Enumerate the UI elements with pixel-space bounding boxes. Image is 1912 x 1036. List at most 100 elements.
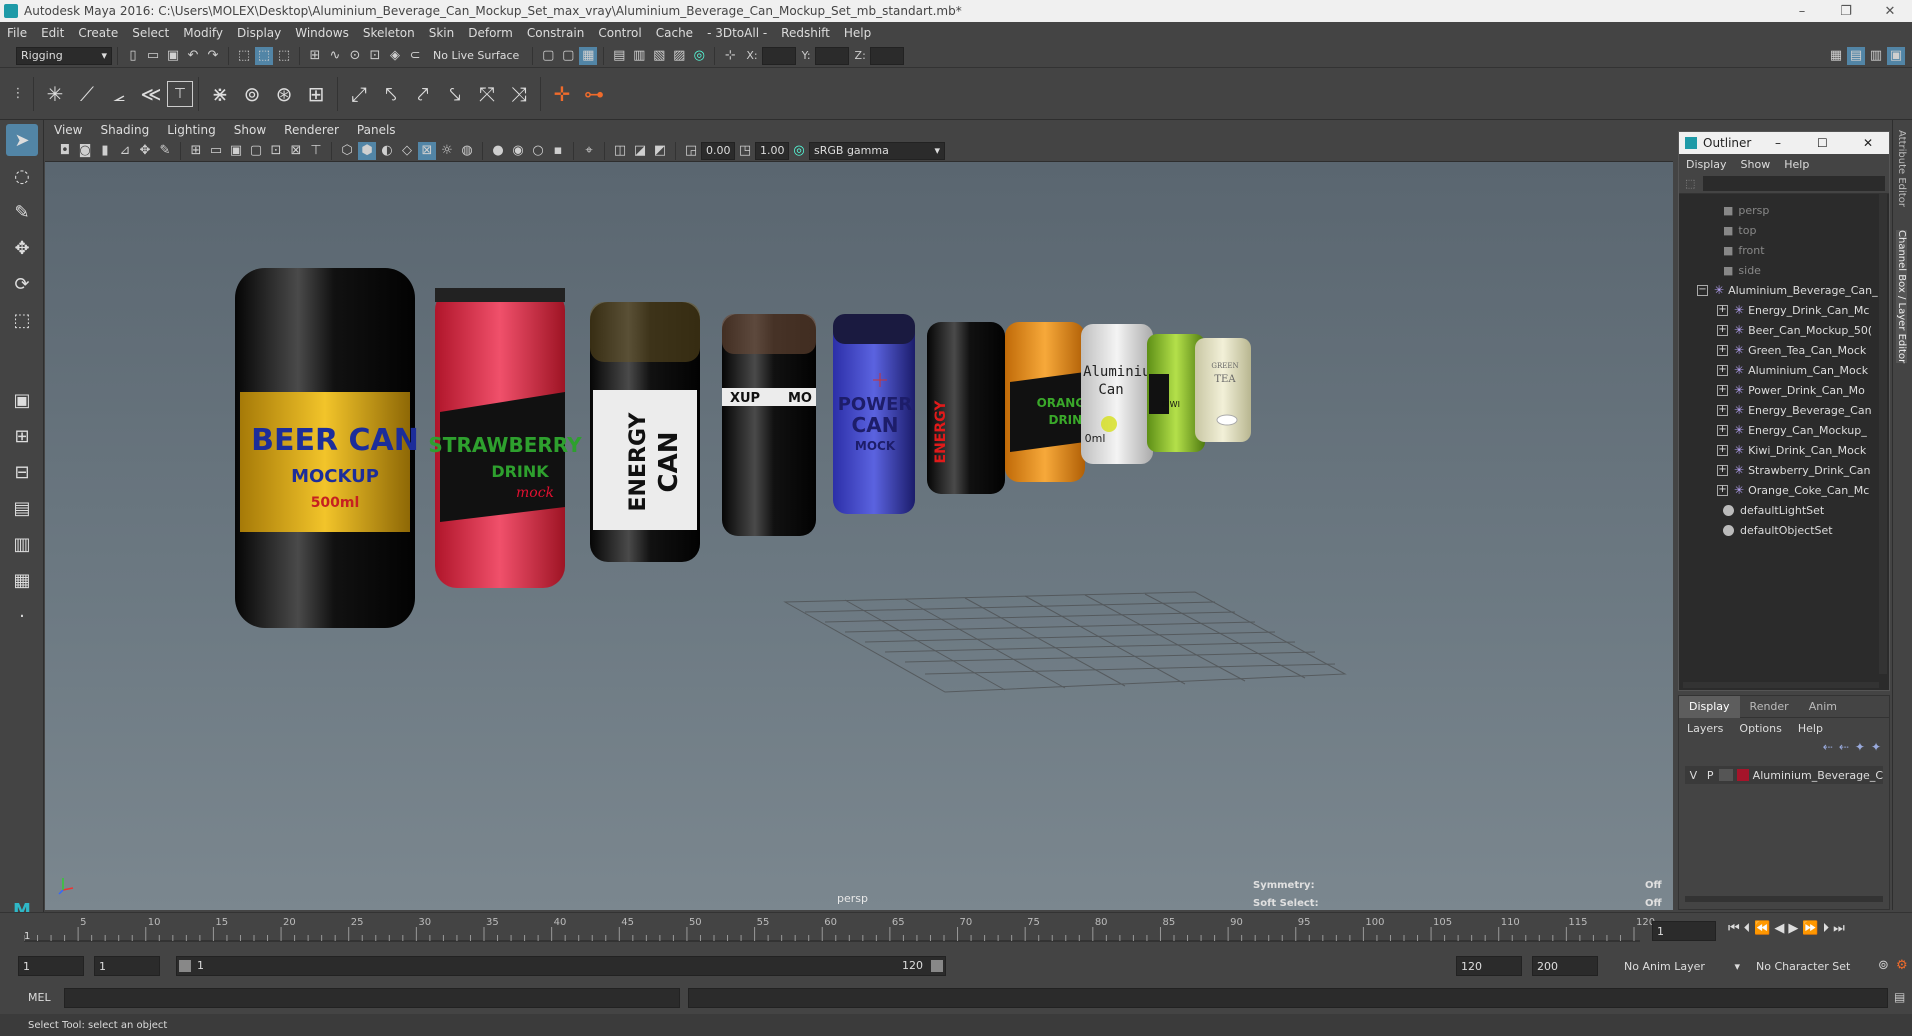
modeling-toolkit-icon[interactable]: ▦: [1827, 47, 1845, 65]
layer-name[interactable]: Aluminium_Beverage_C: [1753, 769, 1883, 782]
new-scene-icon[interactable]: ▯: [124, 47, 142, 65]
snap-surface-icon[interactable]: ◈: [386, 47, 404, 65]
close-icon[interactable]: ✕: [1863, 136, 1873, 150]
go-to-start-icon[interactable]: ⏮: [1728, 921, 1740, 936]
magnet-icon[interactable]: ⊂: [406, 47, 424, 65]
command-input[interactable]: [64, 988, 680, 1008]
select-object-icon[interactable]: ⬚: [255, 46, 273, 65]
paint-weights-icon[interactable]: ⊛: [268, 78, 300, 110]
x-field[interactable]: [761, 46, 796, 65]
textured-icon[interactable]: ⊠: [418, 141, 436, 160]
scale-tool-icon[interactable]: ⬚: [6, 304, 38, 336]
lasso-tool-icon[interactable]: ◌: [6, 160, 38, 192]
grease-pencil-icon[interactable]: ✎: [156, 142, 174, 160]
render-view-icon[interactable]: ▤: [610, 47, 628, 65]
play-forwards-icon[interactable]: ▶: [1788, 921, 1798, 936]
render-settings-icon[interactable]: ▨: [670, 47, 688, 65]
close-icon[interactable]: ✕: [1868, 0, 1912, 22]
anim-layer-dropdown[interactable]: No Anim Layer ▾: [1620, 956, 1744, 976]
layer-visibility-toggle[interactable]: V: [1685, 769, 1702, 782]
menu-display[interactable]: Display: [230, 26, 288, 40]
wireframe-icon[interactable]: ⬡: [338, 142, 356, 160]
xray-joints-icon[interactable]: ◪: [631, 142, 649, 160]
expand-icon[interactable]: +: [1717, 364, 1728, 376]
outliner-row-front[interactable]: ■ front: [1679, 240, 1889, 260]
end-time-field[interactable]: 200: [1532, 956, 1598, 976]
vp-menu-shading[interactable]: Shading: [91, 123, 158, 137]
film-gate-icon[interactable]: ▭: [207, 142, 225, 160]
menu-set-dropdown[interactable]: Rigging ▾: [16, 46, 112, 65]
time-slider[interactable]: 5 10 15 20 25 30 35 40 45 50 55 60 65 70 75 80 85 90 95 100…: [0, 912, 1912, 948]
view-transform-dropdown[interactable]: sRGB gamma ▾: [809, 141, 945, 160]
can-xup[interactable]: XUP MO: [722, 314, 816, 536]
move-tool-icon[interactable]: ✥: [6, 232, 38, 264]
layer-menu-help[interactable]: Help: [1790, 722, 1831, 735]
tool-settings-icon[interactable]: ▥: [1867, 47, 1885, 65]
z-field[interactable]: [869, 46, 904, 65]
resolution-gate-icon[interactable]: ▣: [227, 142, 245, 160]
range-end-handle[interactable]: [931, 960, 943, 972]
hypershade-icon[interactable]: ◎: [690, 47, 708, 65]
hypershade-layout-icon[interactable]: ▦: [6, 564, 38, 596]
attribute-editor-toggle-icon[interactable]: ▤: [1847, 46, 1865, 65]
isolate-select-icon[interactable]: ⌖: [580, 142, 598, 160]
can-power[interactable]: POWER CAN MOCK: [833, 314, 915, 514]
2d-pan-icon[interactable]: ✥: [136, 142, 154, 160]
command-language-toggle[interactable]: MEL: [28, 991, 51, 1004]
expand-icon[interactable]: +: [1717, 424, 1728, 436]
bounding-box-icon[interactable]: ◇: [398, 142, 416, 160]
vp-menu-lighting[interactable]: Lighting: [158, 123, 225, 137]
outliner-row-child[interactable]: + ✳ Green_Tea_Can_Mock: [1679, 340, 1889, 360]
output-ops-icon[interactable]: ▢: [559, 47, 577, 65]
outliner-row-child[interactable]: + ✳ Power_Drink_Can_Mo: [1679, 380, 1889, 400]
mirror-weights-icon[interactable]: ⊞: [300, 78, 332, 110]
redo-icon[interactable]: ↷: [204, 47, 222, 65]
exposure-icon[interactable]: ◲: [682, 142, 700, 160]
layer-playback-toggle[interactable]: P: [1702, 769, 1719, 782]
outliner-row-persp[interactable]: ■ persp: [1679, 200, 1889, 220]
outliner-layout-icon[interactable]: ▤: [6, 492, 38, 524]
live-surface-label[interactable]: No Live Surface: [433, 49, 519, 62]
tab-channel-box[interactable]: Channel Box / Layer Editor: [1896, 230, 1907, 364]
outliner-row-child[interactable]: + ✳ Aluminium_Can_Mock: [1679, 360, 1889, 380]
ipr-render-icon[interactable]: ▧: [650, 47, 668, 65]
more-layouts-icon[interactable]: ·: [6, 600, 38, 632]
step-forward-icon[interactable]: ⏵: [1823, 921, 1830, 936]
vp-menu-show[interactable]: Show: [225, 123, 275, 137]
outliner-row-top[interactable]: ■ top: [1679, 220, 1889, 240]
rotate-tool-icon[interactable]: ⟳: [6, 268, 38, 300]
range-bar[interactable]: 1 120: [176, 956, 946, 976]
menu-3dtoall[interactable]: - 3DtoAll -: [700, 26, 774, 40]
select-hierarchy-icon[interactable]: ⬚: [235, 47, 253, 65]
safe-action-icon[interactable]: ⊠: [287, 142, 305, 160]
outliner-row-set[interactable]: defaultLightSet: [1679, 500, 1889, 520]
motion-blur-icon[interactable]: ◉: [509, 142, 527, 160]
layer-row[interactable]: V P Aluminium_Beverage_C: [1685, 766, 1883, 784]
new-layer-selected-icon[interactable]: ✦: [1871, 740, 1881, 754]
anti-aliasing-icon[interactable]: ○: [529, 142, 547, 160]
can-tea[interactable]: GREEN TEA: [1195, 338, 1251, 442]
maximize-icon[interactable]: ☐: [1817, 136, 1828, 150]
range-start-handle[interactable]: [179, 960, 191, 972]
render-frame-icon[interactable]: ▥: [630, 47, 648, 65]
character-set-dropdown[interactable]: No Character Set: [1752, 956, 1872, 976]
transform-mode-icon[interactable]: ⊹: [721, 47, 739, 65]
outliner-row-set[interactable]: defaultObjectSet: [1679, 520, 1889, 540]
menu-file[interactable]: File: [0, 26, 34, 40]
outliner-horizontal-scrollbar[interactable]: [1683, 682, 1879, 688]
layer-horizontal-scrollbar[interactable]: [1685, 896, 1883, 902]
paint-select-icon[interactable]: ✎: [6, 196, 38, 228]
expand-icon[interactable]: +: [1717, 324, 1728, 336]
exposure-field[interactable]: 0.00: [701, 141, 735, 160]
maximize-icon[interactable]: ❐: [1824, 0, 1868, 22]
move-layer-up-icon[interactable]: ⇠: [1823, 740, 1833, 754]
camera-select-icon[interactable]: ◘: [56, 142, 74, 160]
four-view-layout-icon[interactable]: ⊞: [6, 420, 38, 452]
smooth-shade-icon[interactable]: ⬢: [358, 141, 376, 160]
playback-end-field[interactable]: 120: [1456, 956, 1522, 976]
menu-deform[interactable]: Deform: [461, 26, 520, 40]
cluster-icon[interactable]: ⊶: [578, 78, 610, 110]
menu-edit[interactable]: Edit: [34, 26, 71, 40]
vp-menu-view[interactable]: View: [45, 123, 91, 137]
color-management-icon[interactable]: ◎: [790, 142, 808, 160]
